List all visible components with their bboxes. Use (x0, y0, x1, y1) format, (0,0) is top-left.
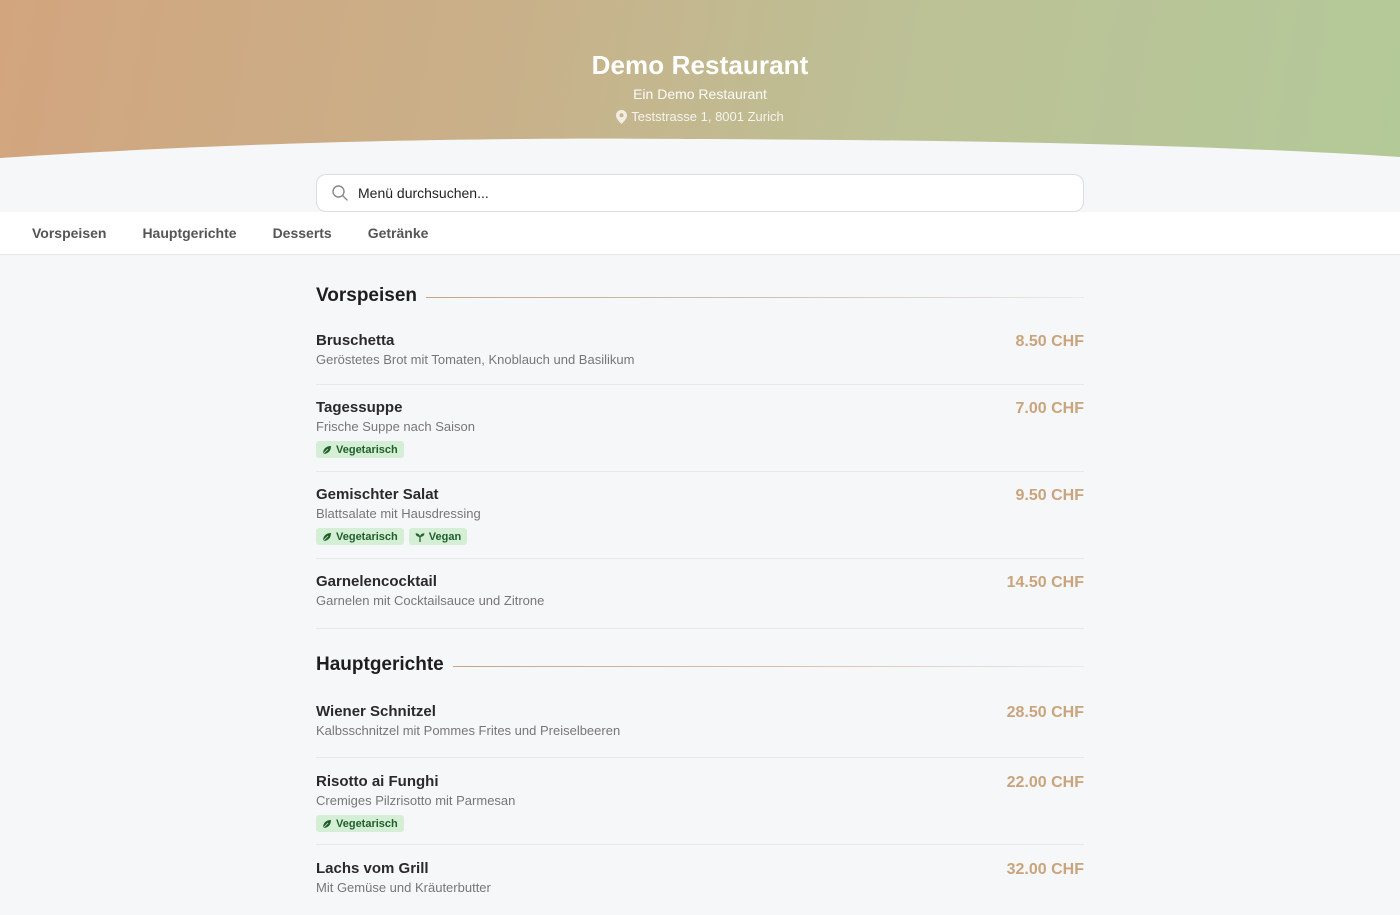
badge-label: Vegetarisch (336, 530, 398, 543)
item-badges: Vegetarisch (316, 441, 1084, 458)
item-description: Cremiges Pilzrisotto mit Parmesan (316, 793, 516, 808)
item-description: Blattsalate mit Hausdressing (316, 506, 481, 521)
category-tabs: Vorspeisen Hauptgerichte Desserts Geträn… (0, 212, 1400, 255)
address-text: Teststrasse 1, 8001 Zurich (631, 109, 784, 124)
vegetarian-badge: Vegetarisch (316, 441, 404, 458)
item-price: 7.00 CHF (1015, 400, 1084, 417)
restaurant-title: Demo Restaurant (591, 50, 809, 80)
item-price: 32.00 CHF (1006, 861, 1084, 878)
item-name: Wiener Schnitzel (316, 703, 436, 720)
header-wave (0, 138, 1400, 175)
tab-desserts[interactable]: Desserts (273, 225, 332, 241)
menu-item[interactable]: Tagessuppe Frische Suppe nach Saison 7.0… (316, 385, 1084, 472)
item-price: 14.50 CHF (1006, 574, 1084, 591)
tab-vorspeisen[interactable]: Vorspeisen (32, 225, 106, 241)
menu-section-vorspeisen: Vorspeisen Bruschetta Geröstetes Brot mi… (316, 270, 1084, 629)
item-price: 8.50 CHF (1015, 333, 1084, 350)
search-input[interactable] (358, 185, 1058, 201)
menu-section-hauptgerichte: Hauptgerichte Wiener Schnitzel Kalbsschn… (316, 639, 1084, 915)
search-icon (332, 185, 348, 201)
item-name: Gemischter Salat (316, 486, 439, 503)
menu-item[interactable]: Lachs vom Grill Mit Gemüse und Kräuterbu… (316, 845, 1084, 915)
leaf-icon (322, 532, 331, 541)
vegetarian-badge: Vegetarisch (316, 815, 404, 832)
leaf-icon (322, 819, 331, 828)
badge-label: Vegan (428, 530, 462, 543)
badge-label: Vegetarisch (336, 817, 398, 830)
item-description: Garnelen mit Cocktailsauce und Zitrone (316, 593, 545, 608)
item-description: Frische Suppe nach Saison (316, 419, 475, 434)
leaf-icon (322, 445, 331, 454)
menu-item[interactable]: Gemischter Salat Blattsalate mit Hausdre… (316, 472, 1084, 559)
item-name: Garnelencocktail (316, 573, 437, 590)
menu-item[interactable]: Garnelencocktail Garnelen mit Cocktailsa… (316, 559, 1084, 629)
item-name: Tagessuppe (316, 399, 403, 416)
item-price: 22.00 CHF (1006, 774, 1084, 791)
section-title: Hauptgerichte (316, 654, 444, 675)
item-name: Bruschetta (316, 332, 395, 349)
section-header: Hauptgerichte (316, 639, 1084, 691)
section-divider (426, 296, 1084, 298)
restaurant-address: Teststrasse 1, 8001 Zurich (0, 109, 1400, 124)
section-title: Vorspeisen (316, 285, 418, 306)
vegetarian-badge: Vegetarisch (316, 528, 404, 545)
item-description: Mit Gemüse und Kräuterbutter (316, 880, 491, 895)
item-badges: Vegetarisch Vegan (316, 528, 1084, 545)
restaurant-subtitle: Ein Demo Restaurant (633, 86, 767, 102)
item-name: Lachs vom Grill (316, 860, 429, 877)
menu-item[interactable]: Wiener Schnitzel Kalbsschnitzel mit Pomm… (316, 691, 1084, 758)
sprout-icon (415, 532, 425, 542)
tab-getraenke[interactable]: Getränke (368, 225, 429, 241)
search-bar[interactable] (316, 174, 1084, 212)
section-header: Vorspeisen (316, 270, 1084, 322)
menu-content: Vorspeisen Bruschetta Geröstetes Brot mi… (316, 270, 1084, 915)
tab-hauptgerichte[interactable]: Hauptgerichte (142, 225, 236, 241)
item-badges: Vegetarisch (316, 815, 1084, 832)
map-pin-icon (616, 109, 628, 124)
menu-item[interactable]: Risotto ai Funghi Cremiges Pilzrisotto m… (316, 758, 1084, 845)
item-price: 28.50 CHF (1006, 704, 1084, 721)
item-description: Geröstetes Brot mit Tomaten, Knoblauch u… (316, 352, 635, 367)
item-description: Kalbsschnitzel mit Pommes Frites und Pre… (316, 723, 621, 738)
badge-label: Vegetarisch (336, 443, 398, 456)
item-price: 9.50 CHF (1015, 487, 1084, 504)
item-name: Risotto ai Funghi (316, 773, 439, 790)
section-divider (452, 665, 1084, 667)
menu-item[interactable]: Bruschetta Geröstetes Brot mit Tomaten, … (316, 322, 1084, 385)
vegan-badge: Vegan (408, 528, 468, 545)
